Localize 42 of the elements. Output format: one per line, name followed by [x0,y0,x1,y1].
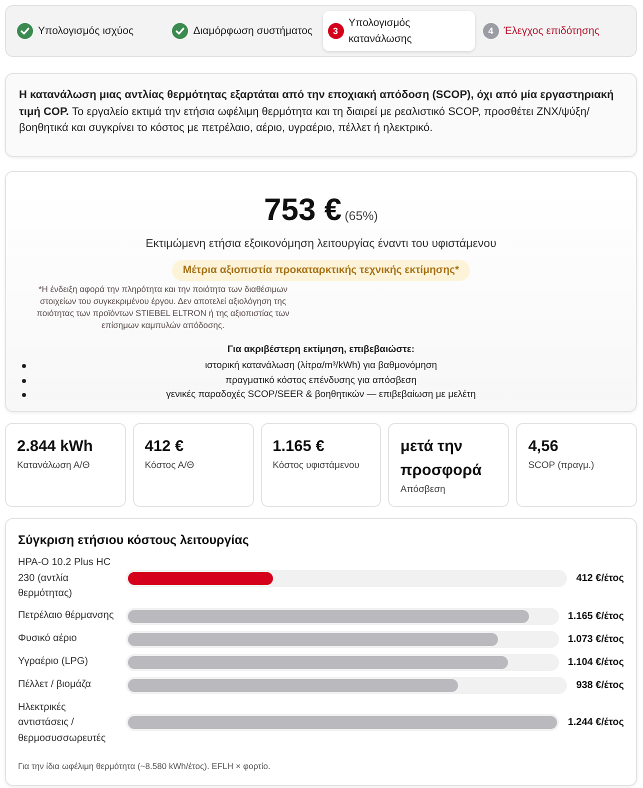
savings-amount: 753 € [264,192,342,228]
cost-label: Υγραέριο (LPG) [18,655,90,670]
stat-label: Κόστος υφιστάμενου [272,459,360,472]
step-tab[interactable]: Υπολογισμός ισχύος [12,11,164,51]
cost-value: 1.165 €/έτος [568,610,624,622]
stat-value: 1.165 € [272,437,326,457]
cost-value: 412 €/έτος [576,572,624,584]
cost-value: 938 €/έτος [576,680,624,690]
cost-label: Πετρέλαιο θέρμανσης [18,609,115,624]
stat-label: Κόστος Α/Θ [144,459,196,472]
cost-label: Ηλεκτρικές αντιστάσεις / θερμοσυσσωρευτές [18,700,107,746]
footnote-text: *Η ένδειξη αφορά την πληρότητα και την ποιότητα των διαθέσιμων στοιχείων του συγκεκριμένου έργου. Δεν αποτελεί αξιολόγηση της ποιότητας των προϊόντων STIEBEL ELTRON ή της αξιοπιστίας των επίσημων καμπυλών απόδοσης. [36,283,290,331]
stat-label: Απόσβεση [400,483,446,496]
bullet-icon [22,393,26,398]
savings-caption: Εκτιμώμενη ετήσια εξοικονόμηση λειτουργίας έναντι του υφιστάμενου [144,237,498,252]
stat-value: 4,56 [528,437,560,457]
bullet-icon [22,378,26,383]
step-number: 4 [482,23,499,39]
comparison-note: Για την ίδια ωφέλιμη θερμότητα (~8.580 kWh/έτος). EFLH × φορτίο. [18,761,272,771]
step-tab[interactable]: Διαμόρφωση συστήματος [167,11,320,51]
stat-value: 2.844 kWh [17,437,94,457]
cost-value: 1.073 €/έτος [568,634,624,644]
savings-percent: (65%) [344,209,378,223]
step-number: 3 [328,23,344,39]
comparison-title: Σύγκριση ετήσιου κόστους λειτουργίας [18,532,250,548]
stat-value: μετά την προσφορά [400,437,483,481]
cost-label: Φυσικό αέριο [18,632,78,646]
stat-label: Κατανάλωση Α/Θ [17,459,91,472]
intro-text: Η κατανάλωση μιας αντλίας θερμότητας εξαρτάται από την εποχιακή απόδοση (SCOP), όχι από μία εργαστηριακή τιμή COP. Το εργαλείο εκτιμά την ετήσια ωφέλιμη θερμότητα και τη διαιρεί με ρεαλιστικό SCOP, προσθέτει ΖΝΧ/ψύξη/βοηθητικά και συγκρίνει το κόστος με πετρέλαιο, αέριο, υγραέριο, πέλλετ ή ηλεκτρικό. [19,88,615,136]
cost-label: Πέλλετ / βιομάζα [18,678,92,692]
step-tab[interactable]: 4 Έλεγχος επιδότησης [478,11,630,51]
stat-value: 412 € [144,437,185,457]
confidence-badge: Μέτρια αξιοπιστία προκαταρκτικής τεχνικής εκτίμησης* [172,260,470,281]
cost-value: 1.244 €/έτος [568,717,624,728]
cost-value: 1.104 €/έτος [568,656,624,668]
bullet-icon [22,364,26,368]
checklist-item: ιστορική κατανάλωση (λίτρα/m³/kWh) για βαθμονόμηση [204,359,438,373]
checklist-item: γενικές παραδοχές SCOP/SEER & βοηθητικών — επιβεβαίωση με μελέτη [165,388,477,402]
checklist-title: Για ακριβέστερη εκτίμηση, επιβεβαιώστε: [226,343,416,356]
checklist-item: πραγματικό κόστος επένδυσης για απόσβεση [224,374,418,388]
cost-label: HPA-O 10.2 Plus HC 230 (αντλία θερμότητας) [18,556,112,601]
stat-label: SCOP (πραγμ.) [528,459,596,472]
